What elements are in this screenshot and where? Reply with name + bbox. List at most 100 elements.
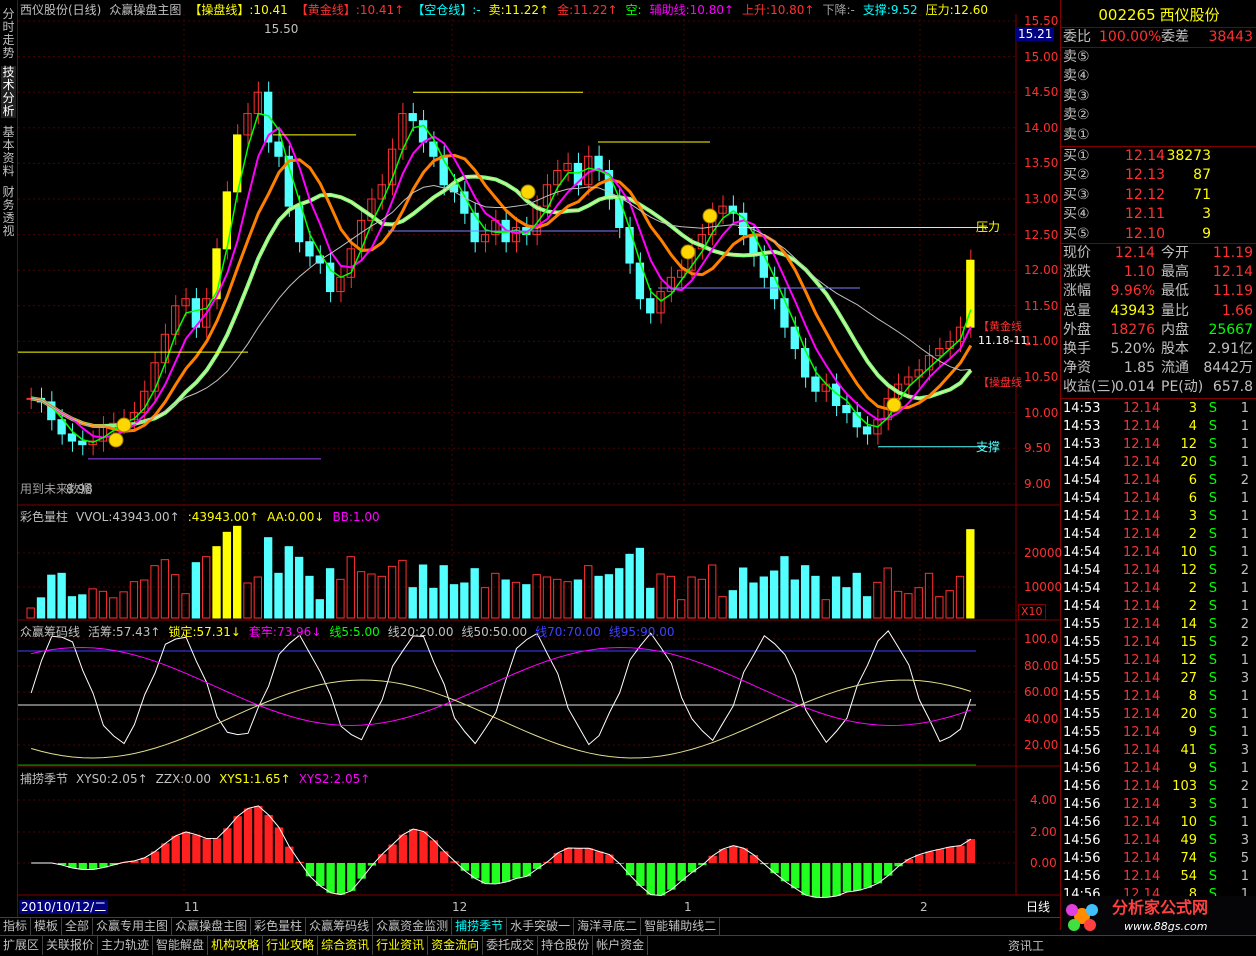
quote-label: 今开 <box>1161 245 1189 261</box>
season-bar <box>656 863 666 896</box>
formula-tab[interactable]: 全部 <box>62 918 94 935</box>
golden-line-tag: 【黄金线 <box>978 320 1022 333</box>
season-bar <box>502 863 511 882</box>
tick-time: 14:54 <box>1063 581 1101 596</box>
quote-value: 1.66 <box>1221 302 1253 319</box>
tab-financials[interactable]: 财务透视 <box>1 186 16 238</box>
season-bar <box>233 816 242 863</box>
tick-price: 12.14 <box>1123 653 1161 668</box>
volume-bar <box>769 570 779 619</box>
tick-side: S <box>1208 563 1217 578</box>
nav-item[interactable]: 委托成交 <box>483 936 539 955</box>
nav-news-tools[interactable]: 资讯工 <box>1008 937 1044 955</box>
order-price: 12.11 <box>1125 206 1166 223</box>
tick-time: 14:55 <box>1063 689 1101 704</box>
tick-time: 14:54 <box>1063 527 1101 542</box>
formula-tab[interactable]: 模板 <box>31 918 63 935</box>
quote-label: 最高 <box>1161 264 1189 281</box>
header-item: VVOL:43943.00↑ <box>76 510 180 524</box>
tick-price: 12.14 <box>1123 419 1161 434</box>
nav-item[interactable]: 关联报价 <box>43 936 99 955</box>
formula-tab[interactable]: 众赢操盘主图 <box>172 918 252 935</box>
formula-tab[interactable]: 水手突破一 <box>507 918 575 935</box>
active-chip-line <box>30 630 972 746</box>
tick-volume: 3 <box>1188 401 1197 416</box>
tab-intraday[interactable]: 分时走势 <box>1 8 16 60</box>
axis-tick-label: 4.00 <box>1030 793 1057 807</box>
axis-tick-label: 15.00 <box>1024 49 1059 64</box>
volume-bar <box>666 575 676 619</box>
tab-basic-info[interactable]: 基本资料 <box>1 126 16 178</box>
tick-count: 1 <box>1240 509 1249 524</box>
quote-panel: 002265 西仪股份 委比 100.00% 委差 38443 卖⑤ 卖④ 卖③ 卖② 卖… <box>1060 0 1256 930</box>
quote-row: 总量 43943 量比 1.66 <box>1063 302 1255 320</box>
period-label[interactable]: 日线 <box>1026 900 1050 914</box>
order-label: 卖② <box>1063 107 1090 124</box>
quote-label: 涨幅 <box>1063 283 1091 300</box>
season-header: 捕捞季节 XYS0:2.05↑ ZZX:0.00 XYS1:1.65↑ XYS2:2.0… <box>20 772 378 786</box>
header-item: 上升:10.80↑ <box>742 3 815 17</box>
tick-side: S <box>1208 527 1217 542</box>
nav-item[interactable]: 扩展区 <box>0 936 44 955</box>
formula-tab[interactable]: 众赢资金监测 <box>373 918 453 935</box>
header-item: 【黄金线】:10.41↑ <box>295 3 405 17</box>
tick-volume: 15 <box>1180 635 1197 650</box>
candle-body <box>811 376 820 392</box>
season-bar <box>264 815 273 863</box>
axis-tick-label: 2.00 <box>1030 825 1057 839</box>
formula-tab[interactable]: 众赢专用主图 <box>93 918 173 935</box>
tick-side: S <box>1208 437 1217 452</box>
site-logo: 分析家公式网 www.88gs.com <box>1062 896 1256 936</box>
formula-tab[interactable]: 海洋寻底二 <box>574 918 642 935</box>
order-label: 卖③ <box>1063 87 1090 104</box>
tick-count: 3 <box>1240 671 1249 686</box>
tick-time: 14:55 <box>1063 635 1101 650</box>
season-bar <box>460 863 470 871</box>
nav-item[interactable]: 资金流向 <box>428 936 484 955</box>
tick-row: 14:53 12.14 12 S 1 <box>1063 436 1255 454</box>
season-bar <box>512 863 521 879</box>
candle-body <box>294 205 304 243</box>
stock-code: 002265 <box>1098 6 1156 24</box>
tab-technical-analysis[interactable]: 技术分析 <box>1 66 16 118</box>
tick-row: 14:54 12.14 12 S 2 <box>1063 562 1255 580</box>
nav-item[interactable]: 持仓股份 <box>538 936 594 955</box>
nav-item[interactable]: 主力轨迹 <box>98 936 154 955</box>
tick-count: 2 <box>1240 563 1249 578</box>
weibi-value: 100.00% <box>1099 29 1162 45</box>
header-item: 卖:11.22↑ <box>488 3 550 17</box>
formula-tab[interactable]: 捕捞季节 <box>452 918 508 935</box>
order-row: 卖③ <box>1063 87 1255 105</box>
formula-tab[interactable]: 智能辅助线二 <box>641 918 721 935</box>
weicha-value: 38443 <box>1208 29 1253 45</box>
nav-item[interactable]: 综合资讯 <box>318 936 374 955</box>
axis-tick-label: 14.00 <box>1024 120 1059 135</box>
tick-price: 12.14 <box>1123 815 1161 830</box>
tick-volume: 2 <box>1188 581 1197 596</box>
nav-item[interactable]: 智能解盘 <box>153 936 209 955</box>
volume-bar <box>728 590 737 619</box>
axis-tick-label: 12.00 <box>1024 263 1059 278</box>
axis-tick-label: 9.50 <box>1024 441 1051 456</box>
tick-row: 14:53 12.14 3 S 1 <box>1063 400 1255 418</box>
stock-title: 002265 西仪股份 <box>1061 4 1256 26</box>
quote-value: 2.91亿 <box>1207 341 1253 357</box>
volume-bar <box>687 576 696 619</box>
formula-tab[interactable]: 指标 <box>0 918 32 935</box>
trapped-chip-line <box>31 647 971 726</box>
smiley-icon <box>680 244 696 260</box>
tick-volume: 12 <box>1180 437 1197 452</box>
header-item: 金:11.22↑ <box>557 3 618 17</box>
volume-header: 彩色量柱 VVOL:43943.00↑:43943.00↑ AA:0.00↓ BB:1… <box>20 510 388 524</box>
nav-item[interactable]: 行业攻略 <box>263 936 319 955</box>
volume-bar <box>780 556 789 619</box>
quote-value: 1.85 <box>1123 360 1155 377</box>
quote-row: 外盘 18276 内盘 25667 <box>1063 321 1255 339</box>
formula-tab[interactable]: 众赢筹码线 <box>306 918 374 935</box>
volume-bar <box>635 547 645 619</box>
formula-tab[interactable]: 彩色量柱 <box>251 918 307 935</box>
nav-item[interactable]: 行业资讯 <box>373 936 429 955</box>
nav-item[interactable]: 帐户资金 <box>593 936 649 955</box>
nav-item[interactable]: 机构攻略 <box>208 936 264 955</box>
logo-petal <box>1084 919 1096 931</box>
